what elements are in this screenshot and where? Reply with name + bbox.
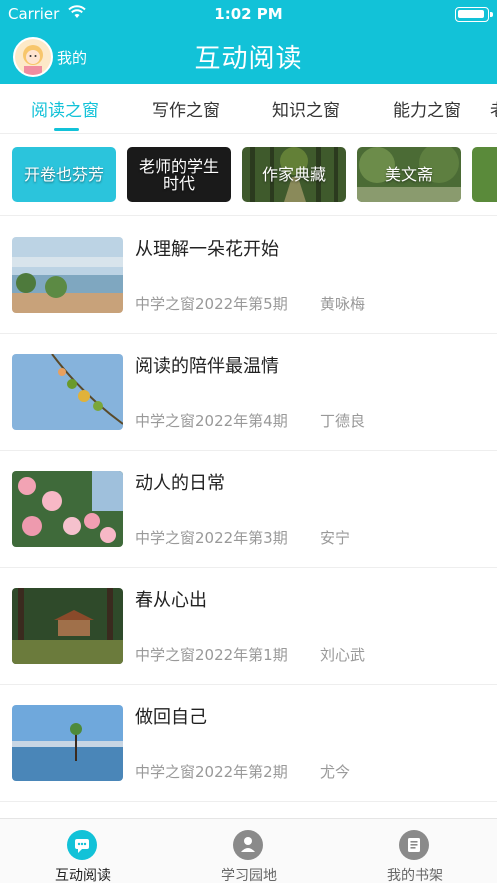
tab-teacher[interactable]: 老 [490,96,497,121]
tab-knowledge-window[interactable]: 知识之窗 [272,96,340,121]
column-card-label: 开卷也芬芳 [23,165,104,184]
chat-icon [67,830,97,860]
article-title: 阅读的陪伴最温情 [135,356,279,377]
article-author: 安宁 [320,529,351,547]
article-source: 中学之窗2022年第1期 [135,646,288,664]
article-title: 从理解一朵花开始 [135,239,279,260]
tab-writing-window[interactable]: 写作之窗 [152,96,220,121]
list-item[interactable]: 从理解一朵花开始 中学之窗2022年第5期 黄咏梅 [0,217,497,334]
status-bar: Carrier 1:02 PM [0,0,497,28]
tab-reading-window[interactable]: 阅读之窗 [31,96,99,121]
article-title: 动人的日常 [135,473,225,494]
article-thumbnail [12,354,123,430]
nav-label: 互动阅读 [55,868,111,883]
nav-study-garden[interactable]: 学习园地 [166,819,332,883]
article-author: 黄咏梅 [320,295,366,313]
column-cards: 开卷也芬芳 老师的学生 时代 作家典藏 美文斋 [0,134,497,216]
column-card-label: 作家典藏 [261,165,326,184]
article-author: 刘心武 [320,646,366,664]
book-icon [399,830,429,860]
tab-ability-window[interactable]: 能力之窗 [393,96,461,121]
active-tab-indicator [54,128,79,131]
article-thumbnail [12,237,123,313]
article-title: 春从心出 [135,590,207,611]
article-thumbnail [12,471,123,547]
list-item[interactable]: 春从心出 中学之窗2022年第1期 刘心武 [0,568,497,685]
article-author: 丁德良 [320,412,366,430]
nav-my-bookshelf[interactable]: 我的书架 [332,819,497,883]
article-title: 做回自己 [135,707,207,728]
app-header: Carrier 1:02 PM 我的 互动阅读 [0,0,497,84]
article-author: 尤今 [320,763,351,781]
column-card-label: 老师的学生 时代 [138,156,219,193]
category-tabs: 阅读之窗 写作之窗 知识之窗 能力之窗 老 [0,84,497,134]
list-item[interactable]: 动人的日常 中学之窗2022年第3期 安宁 [0,451,497,568]
list-item[interactable]: 阅读的陪伴最温情 中学之窗2022年第4期 丁德良 [0,334,497,451]
nav-label: 学习园地 [221,868,277,883]
article-source: 中学之窗2022年第4期 [135,412,288,430]
article-source: 中学之窗2022年第5期 [135,295,288,313]
column-card-essay-studio[interactable]: 美文斋 [357,147,461,202]
column-card-open-book[interactable]: 开卷也芬芳 [12,147,116,202]
article-source: 中学之窗2022年第3期 [135,529,288,547]
status-time: 1:02 PM [214,5,283,23]
nav-interactive-reading[interactable]: 互动阅读 [0,819,166,883]
column-card-label: 美文斋 [384,165,433,184]
column-card-more[interactable] [472,147,497,202]
nav-label: 我的书架 [387,868,443,883]
list-item[interactable]: 做回自己 中学之窗2022年第2期 尤今 [0,685,497,802]
article-thumbnail [12,588,123,664]
person-icon [233,830,263,860]
bottom-tab-bar: 互动阅读 学习园地 我的书架 [0,818,497,883]
battery-icon [455,7,493,22]
column-card-teacher-student[interactable]: 老师的学生 时代 [127,147,231,202]
article-thumbnail [12,705,123,781]
article-source: 中学之窗2022年第2期 [135,763,288,781]
page-title: 互动阅读 [194,44,303,74]
column-card-writer-collection[interactable]: 作家典藏 [242,147,346,202]
